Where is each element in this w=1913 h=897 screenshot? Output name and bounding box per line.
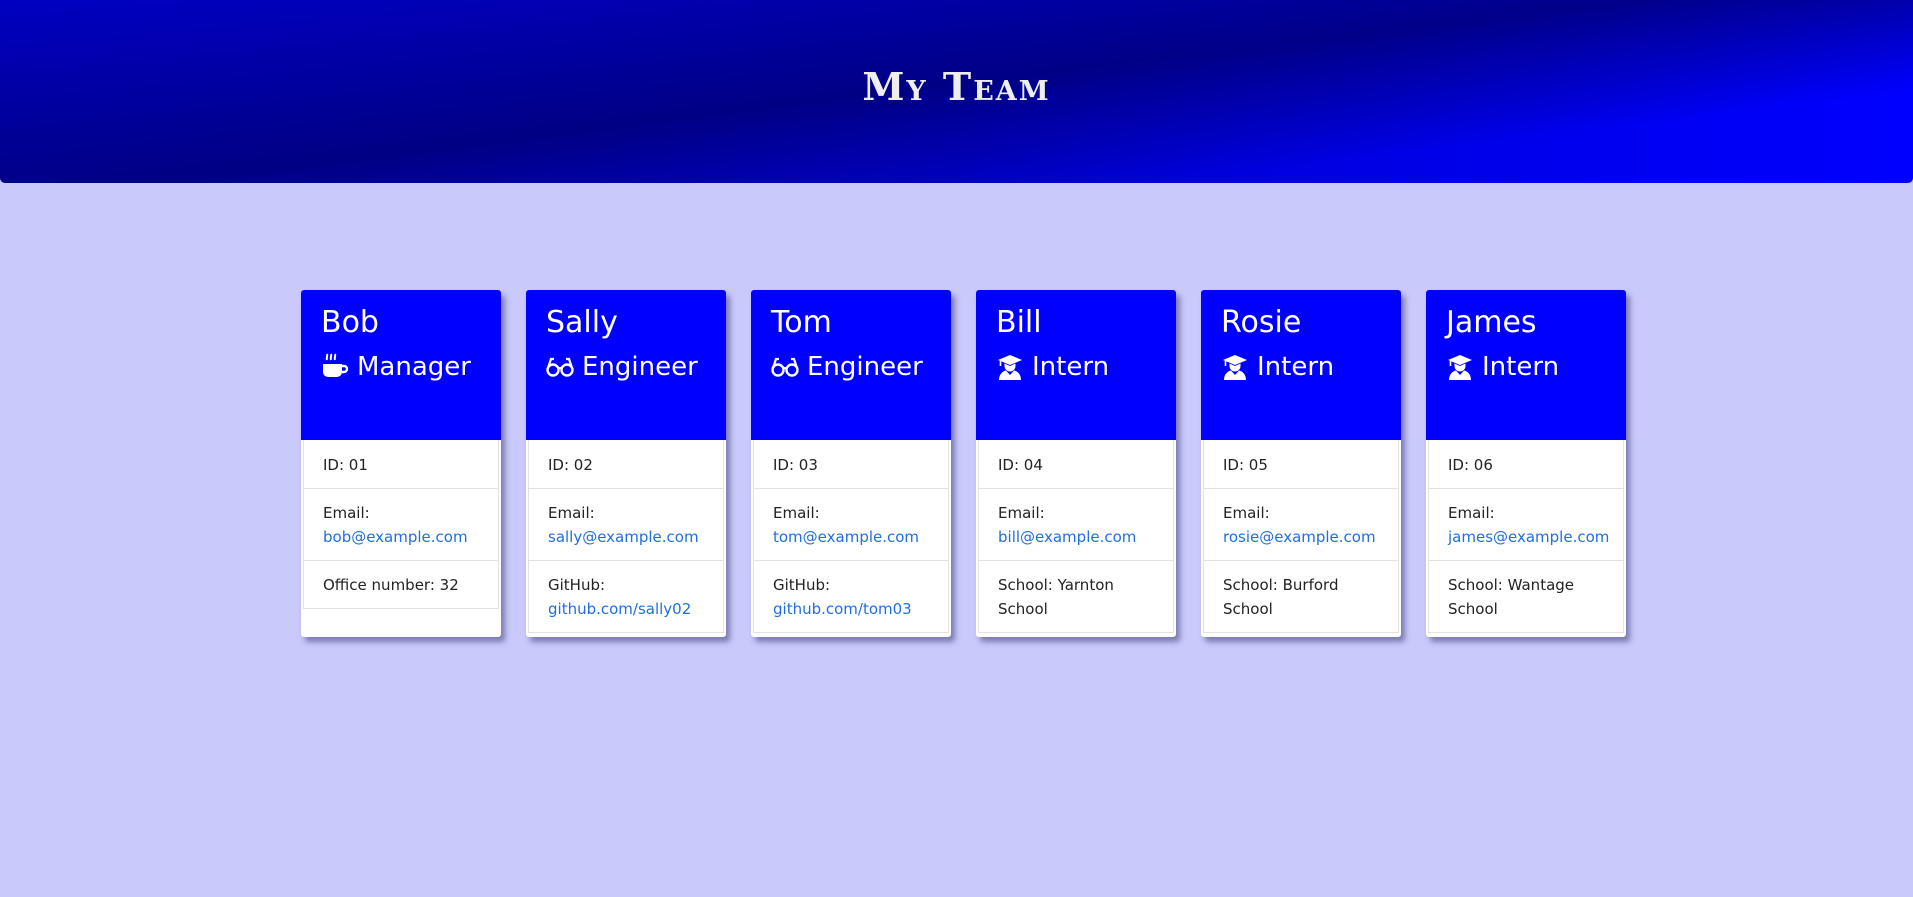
info-list: ID: 01 Email: bob@example.com Office num… xyxy=(303,440,499,609)
email-link[interactable]: tom@example.com xyxy=(773,528,919,546)
employee-role: Intern xyxy=(1221,350,1381,384)
employee-card: Rosie Intern ID: 05 Email: rosie@example… xyxy=(1201,290,1401,637)
card-header: Bill Intern xyxy=(976,290,1176,440)
employee-card: Sally Engineer ID: 02 Email: sally@examp… xyxy=(526,290,726,637)
employee-email-item: Email: bill@example.com xyxy=(978,489,1174,561)
role-label: Intern xyxy=(1257,352,1335,382)
github-link[interactable]: github.com/tom03 xyxy=(773,600,912,618)
employee-name: Tom xyxy=(771,305,832,340)
card-header: Bob Manager xyxy=(301,290,501,440)
employee-id: ID: 06 xyxy=(1428,440,1624,489)
role-label: Engineer xyxy=(807,352,923,382)
role-label: Intern xyxy=(1482,352,1560,382)
employee-name: Bill xyxy=(996,305,1042,340)
email-label: Email: xyxy=(1223,504,1270,522)
email-link[interactable]: bill@example.com xyxy=(998,528,1136,546)
employee-id: ID: 01 xyxy=(303,440,499,489)
glasses-icon xyxy=(771,353,799,381)
card-header: James Intern xyxy=(1426,290,1626,440)
employee-email-item: Email: james@example.com xyxy=(1428,489,1624,561)
employee-role: Engineer xyxy=(546,350,706,384)
employee-id: ID: 02 xyxy=(528,440,724,489)
info-list: ID: 05 Email: rosie@example.com School: … xyxy=(1203,440,1399,633)
email-link[interactable]: bob@example.com xyxy=(323,528,468,546)
github-link[interactable]: github.com/sally02 xyxy=(548,600,691,618)
employee-name: James xyxy=(1446,305,1537,340)
info-list: ID: 02 Email: sally@example.com GitHub: … xyxy=(528,440,724,633)
info-list: ID: 04 Email: bill@example.com School: Y… xyxy=(978,440,1174,633)
email-link[interactable]: rosie@example.com xyxy=(1223,528,1376,546)
employee-role: Intern xyxy=(1446,350,1606,384)
email-link[interactable]: sally@example.com xyxy=(548,528,699,546)
employee-card: Tom Engineer ID: 03 Email: tom@example.c… xyxy=(751,290,951,637)
card-header: Rosie Intern xyxy=(1201,290,1401,440)
info-list: ID: 03 Email: tom@example.com GitHub: gi… xyxy=(753,440,949,633)
email-label: Email: xyxy=(998,504,1045,522)
school-item: School: Yarnton School xyxy=(978,561,1174,633)
info-list: ID: 06 Email: james@example.com School: … xyxy=(1428,440,1624,633)
role-label: Manager xyxy=(357,352,471,382)
graduate-icon xyxy=(1446,353,1474,381)
page-header: My Team xyxy=(0,0,1913,183)
coffee-icon xyxy=(321,353,349,381)
card-header: Sally Engineer xyxy=(526,290,726,440)
employee-role: Engineer xyxy=(771,350,931,384)
employee-card: James Intern ID: 06 Email: james@example… xyxy=(1426,290,1626,637)
github-label: GitHub: xyxy=(548,576,606,594)
role-label: Intern xyxy=(1032,352,1110,382)
email-label: Email: xyxy=(323,504,370,522)
employee-name: Sally xyxy=(546,305,618,340)
school-item: School: Burford School xyxy=(1203,561,1399,633)
card-header: Tom Engineer xyxy=(751,290,951,440)
employee-email-item: Email: bob@example.com xyxy=(303,489,499,561)
employee-name: Rosie xyxy=(1221,305,1302,340)
github-item: GitHub: github.com/sally02 xyxy=(528,561,724,633)
page-title: My Team xyxy=(862,64,1051,109)
team-cards: Bob Manager ID: 01 Email: bob@example.co… xyxy=(301,290,1626,637)
email-label: Email: xyxy=(773,504,820,522)
employee-id: ID: 04 xyxy=(978,440,1174,489)
email-label: Email: xyxy=(1448,504,1495,522)
employee-role: Manager xyxy=(321,350,481,384)
github-item: GitHub: github.com/tom03 xyxy=(753,561,949,633)
graduate-icon xyxy=(996,353,1024,381)
role-label: Engineer xyxy=(582,352,698,382)
office-number: Office number: 32 xyxy=(303,561,499,609)
employee-card: Bill Intern ID: 04 Email: bill@example.c… xyxy=(976,290,1176,637)
email-link[interactable]: james@example.com xyxy=(1448,528,1609,546)
employee-role: Intern xyxy=(996,350,1156,384)
employee-name: Bob xyxy=(321,305,379,340)
employee-id: ID: 05 xyxy=(1203,440,1399,489)
employee-email-item: Email: sally@example.com xyxy=(528,489,724,561)
glasses-icon xyxy=(546,353,574,381)
graduate-icon xyxy=(1221,353,1249,381)
email-label: Email: xyxy=(548,504,595,522)
employee-id: ID: 03 xyxy=(753,440,949,489)
employee-email-item: Email: tom@example.com xyxy=(753,489,949,561)
employee-card: Bob Manager ID: 01 Email: bob@example.co… xyxy=(301,290,501,637)
github-label: GitHub: xyxy=(773,576,831,594)
school-item: School: Wantage School xyxy=(1428,561,1624,633)
employee-email-item: Email: rosie@example.com xyxy=(1203,489,1399,561)
